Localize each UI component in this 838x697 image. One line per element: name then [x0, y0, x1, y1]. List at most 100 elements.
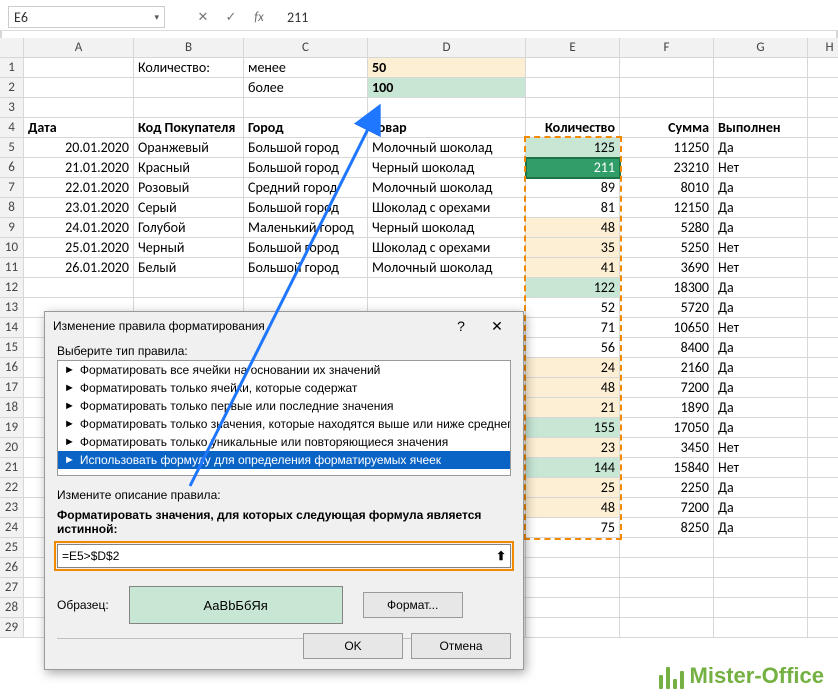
- cell[interactable]: 21.01.2020: [24, 158, 134, 178]
- cell[interactable]: [24, 98, 134, 118]
- cell[interactable]: [808, 558, 838, 578]
- cell[interactable]: [808, 538, 838, 558]
- cell[interactable]: 211: [526, 158, 620, 178]
- cell[interactable]: Большой город: [244, 158, 368, 178]
- cell[interactable]: [808, 458, 838, 478]
- format-button[interactable]: Формат...: [363, 592, 463, 618]
- cell[interactable]: [808, 118, 838, 138]
- cell[interactable]: 18300: [620, 278, 714, 298]
- cell[interactable]: 25.01.2020: [24, 238, 134, 258]
- cell[interactable]: 22.01.2020: [24, 178, 134, 198]
- rule-type-item[interactable]: ►Форматировать только уникальные или пов…: [58, 433, 510, 451]
- cancel-formula-icon[interactable]: ✕: [189, 4, 217, 30]
- cell[interactable]: Черный шоколад: [368, 218, 526, 238]
- formula-input[interactable]: =E5>$D$2 ⬆: [57, 544, 511, 568]
- cell[interactable]: Да: [714, 198, 808, 218]
- cell[interactable]: [808, 478, 838, 498]
- cell[interactable]: [808, 438, 838, 458]
- cell[interactable]: [620, 558, 714, 578]
- cell[interactable]: 48: [526, 498, 620, 518]
- cell[interactable]: Большой город: [244, 138, 368, 158]
- row-header[interactable]: 16: [0, 358, 24, 378]
- cell[interactable]: [24, 78, 134, 98]
- cell[interactable]: [808, 278, 838, 298]
- row-header[interactable]: 2: [0, 78, 24, 98]
- cell[interactable]: Нет: [714, 438, 808, 458]
- cell[interactable]: [714, 618, 808, 638]
- select-all-corner[interactable]: [0, 38, 24, 58]
- cell[interactable]: Товар: [368, 118, 526, 138]
- cell[interactable]: Шоколад с орехами: [368, 198, 526, 218]
- cell[interactable]: 23.01.2020: [24, 198, 134, 218]
- cell[interactable]: [808, 318, 838, 338]
- help-icon[interactable]: ?: [443, 318, 479, 334]
- cell[interactable]: Количество: [526, 118, 620, 138]
- cell[interactable]: Средний город: [244, 178, 368, 198]
- row-header[interactable]: 6: [0, 158, 24, 178]
- cell[interactable]: 7200: [620, 378, 714, 398]
- cell[interactable]: 52: [526, 298, 620, 318]
- cell[interactable]: [244, 98, 368, 118]
- cell[interactable]: Нет: [714, 258, 808, 278]
- dialog-titlebar[interactable]: Изменение правила форматирования ? ✕: [45, 312, 523, 340]
- row-header[interactable]: 27: [0, 578, 24, 598]
- cell[interactable]: [808, 498, 838, 518]
- cell[interactable]: 2250: [620, 478, 714, 498]
- cell[interactable]: 48: [526, 218, 620, 238]
- cell[interactable]: Красный: [134, 158, 244, 178]
- cell[interactable]: [808, 618, 838, 638]
- cell[interactable]: 2160: [620, 358, 714, 378]
- cell[interactable]: [808, 178, 838, 198]
- cell[interactable]: Да: [714, 518, 808, 538]
- cell[interactable]: [526, 78, 620, 98]
- cell[interactable]: [808, 138, 838, 158]
- rule-type-item[interactable]: ►Форматировать все ячейки на основании и…: [58, 361, 510, 379]
- cell[interactable]: Да: [714, 398, 808, 418]
- cell[interactable]: Да: [714, 218, 808, 238]
- cell[interactable]: [620, 58, 714, 78]
- column-header[interactable]: C: [244, 38, 368, 58]
- row-header[interactable]: 17: [0, 378, 24, 398]
- column-header[interactable]: B: [134, 38, 244, 58]
- cell[interactable]: Нет: [714, 318, 808, 338]
- cell[interactable]: Сумма: [620, 118, 714, 138]
- cell[interactable]: 5720: [620, 298, 714, 318]
- cell[interactable]: Оранжевый: [134, 138, 244, 158]
- cell[interactable]: 8400: [620, 338, 714, 358]
- cell[interactable]: Код Покупателя: [134, 118, 244, 138]
- row-header[interactable]: 12: [0, 278, 24, 298]
- row-header[interactable]: 13: [0, 298, 24, 318]
- cell[interactable]: Да: [714, 298, 808, 318]
- cell[interactable]: [714, 578, 808, 598]
- cell[interactable]: [620, 598, 714, 618]
- cell[interactable]: Нет: [714, 158, 808, 178]
- cell[interactable]: 56: [526, 338, 620, 358]
- cell[interactable]: Да: [714, 378, 808, 398]
- cell[interactable]: 8250: [620, 518, 714, 538]
- cell[interactable]: [808, 418, 838, 438]
- cell[interactable]: 10650: [620, 318, 714, 338]
- cell[interactable]: 75: [526, 518, 620, 538]
- cell[interactable]: [714, 538, 808, 558]
- row-header[interactable]: 14: [0, 318, 24, 338]
- rule-type-item[interactable]: ►Использовать формулу для определения фо…: [58, 451, 510, 469]
- row-header[interactable]: 24: [0, 518, 24, 538]
- formula-bar-value[interactable]: 211: [273, 9, 308, 26]
- cell[interactable]: [526, 58, 620, 78]
- cell[interactable]: [808, 358, 838, 378]
- column-header[interactable]: A: [24, 38, 134, 58]
- cell[interactable]: Нет: [714, 238, 808, 258]
- cell[interactable]: [714, 78, 808, 98]
- cell[interactable]: 25: [526, 478, 620, 498]
- cell[interactable]: [714, 598, 808, 618]
- cell[interactable]: [24, 58, 134, 78]
- cell[interactable]: 12150: [620, 198, 714, 218]
- cell[interactable]: [808, 518, 838, 538]
- cell[interactable]: Да: [714, 338, 808, 358]
- cell[interactable]: 48: [526, 378, 620, 398]
- cell[interactable]: 89: [526, 178, 620, 198]
- row-header[interactable]: 4: [0, 118, 24, 138]
- row-header[interactable]: 9: [0, 218, 24, 238]
- cell[interactable]: [620, 78, 714, 98]
- cell[interactable]: [134, 98, 244, 118]
